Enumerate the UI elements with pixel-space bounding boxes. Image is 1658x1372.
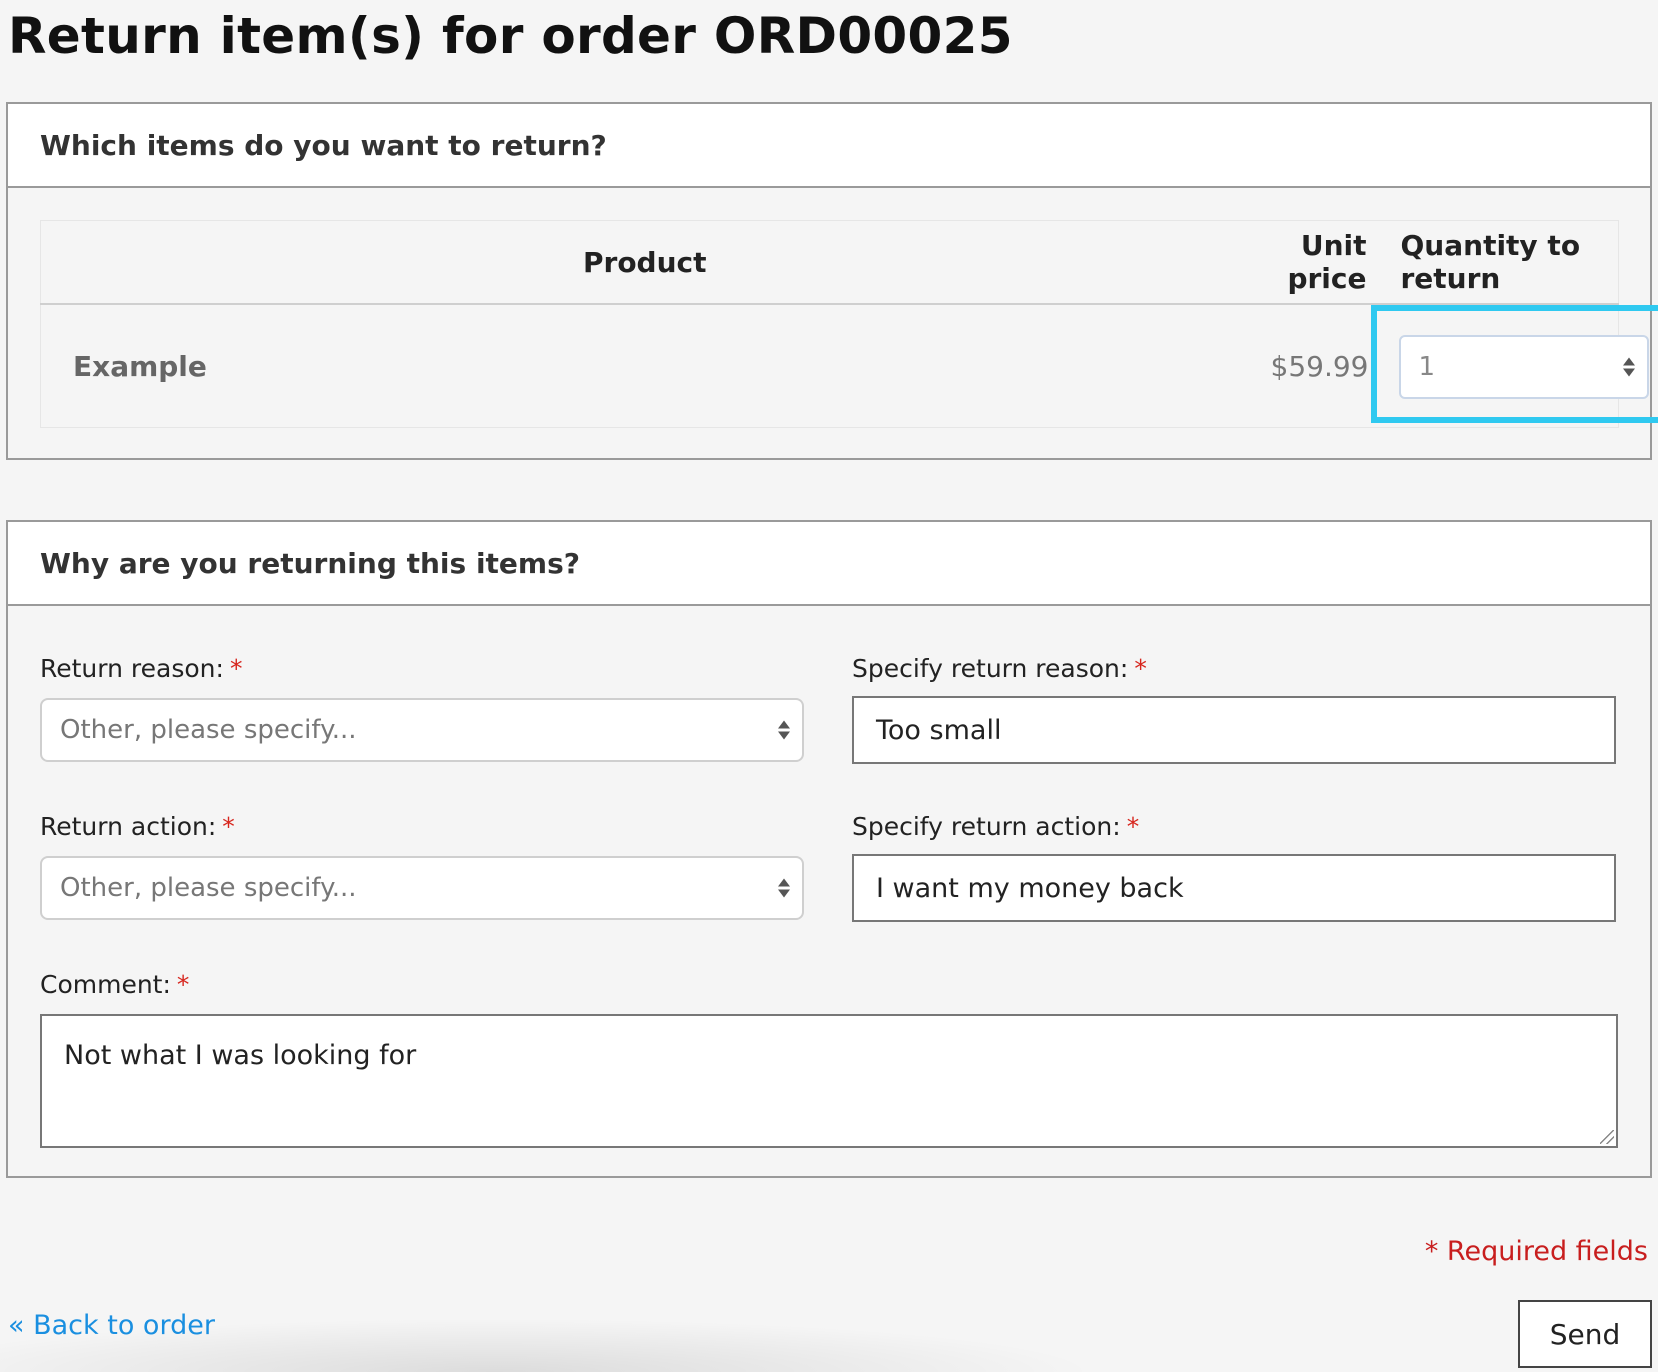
reason-panel: Why are you returning this items? Return…	[6, 520, 1652, 1178]
specify-reason-label: Specify return reason: *	[852, 654, 1147, 683]
product-name-cell: Example	[73, 349, 207, 383]
required-fields-note: * Required fields	[1424, 1236, 1648, 1267]
required-asterisk: *	[229, 654, 243, 683]
select-arrows-icon	[778, 720, 790, 740]
comment-textarea-value: Not what I was looking for	[64, 1040, 417, 1071]
select-arrows-icon	[778, 878, 790, 898]
specify-reason-input[interactable]: Too small	[852, 696, 1616, 764]
required-asterisk: *	[222, 812, 235, 841]
table-row: Example $59.99 1	[41, 304, 1658, 428]
return-reason-select-value: Other, please specify...	[60, 715, 357, 745]
column-header-unit-price: Unit price	[1248, 220, 1369, 305]
comment-label: Comment: *	[40, 970, 189, 999]
column-header-quantity: Quantity to return	[1368, 220, 1619, 305]
return-reason-label-text: Return reason:	[40, 654, 224, 683]
reason-panel-heading: Why are you returning this items?	[8, 522, 1650, 606]
specify-action-label-text: Specify return action:	[852, 812, 1121, 841]
select-arrows-icon	[1622, 357, 1635, 377]
return-reason-label: Return reason: *	[40, 654, 242, 683]
specify-action-input-value: I want my money back	[876, 872, 1184, 904]
column-header-product: Product	[40, 220, 1249, 305]
specify-reason-input-value: Too small	[876, 714, 1002, 746]
items-table: Product Unit price Quantity to return Ex…	[40, 220, 1658, 428]
table-header-row: Product Unit price Quantity to return	[40, 220, 1619, 305]
resize-handle-icon[interactable]	[1600, 1130, 1614, 1144]
comment-label-text: Comment:	[40, 970, 171, 999]
return-action-label: Return action: *	[40, 812, 235, 841]
specify-action-input[interactable]: I want my money back	[852, 854, 1616, 922]
unit-price-cell: $59.99	[1270, 349, 1369, 383]
page-title: Return item(s) for order ORD00025	[8, 7, 1013, 65]
required-asterisk: *	[1126, 812, 1140, 841]
quantity-select-value: 1	[1418, 352, 1436, 382]
back-to-order-link[interactable]: « Back to order	[8, 1310, 215, 1341]
required-asterisk: *	[1134, 654, 1147, 683]
return-action-select[interactable]: Other, please specify...	[40, 856, 804, 920]
comment-textarea[interactable]: Not what I was looking for	[40, 1014, 1618, 1148]
return-reason-select[interactable]: Other, please specify...	[40, 698, 804, 762]
specify-action-label: Specify return action: *	[852, 812, 1139, 841]
items-panel-heading: Which items do you want to return?	[8, 104, 1650, 188]
send-button[interactable]: Send	[1518, 1300, 1652, 1368]
quantity-cell: 1	[1369, 304, 1658, 428]
items-panel: Which items do you want to return? Produ…	[6, 102, 1658, 460]
required-asterisk: *	[176, 970, 190, 999]
return-action-select-value: Other, please specify...	[60, 873, 357, 903]
quantity-select[interactable]: 1	[1398, 335, 1649, 399]
specify-reason-label-text: Specify return reason:	[852, 654, 1129, 683]
return-action-label-text: Return action:	[40, 812, 217, 841]
